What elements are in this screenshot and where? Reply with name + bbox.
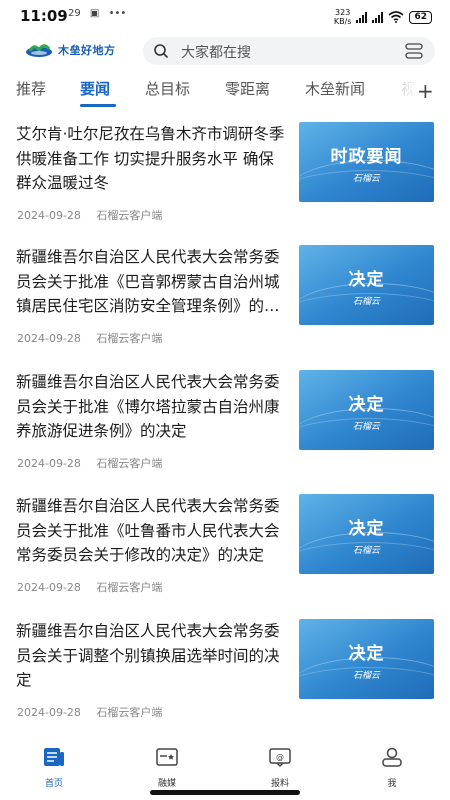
nav-report[interactable]: @ 报料 [250, 746, 310, 789]
active-tab-indicator [80, 104, 116, 107]
nav-profile[interactable]: 我 [362, 746, 422, 789]
nav-report-label: 报料 [270, 779, 289, 789]
news-source: 石榴云客户端 [96, 332, 163, 345]
news-thumbnail: 决定 石榴云 [299, 245, 434, 325]
tab-headlines[interactable]: 要闻 [80, 78, 110, 99]
news-title: 新疆维吾尔自治区人民代表大会常务委员会关于批准《巴音郭楞蒙古自治州城镇居民住宅区… [16, 248, 280, 315]
search-placeholder: 大家都在搜 [181, 45, 251, 61]
category-tabs: 推荐 要闻 总目标 零距离 木垒新闻 视 + [0, 72, 450, 108]
news-source: 石榴云客户端 [96, 706, 163, 719]
nav-home[interactable]: 首页 [24, 746, 84, 789]
signal-icon [356, 11, 368, 23]
news-date: 2024-09-28 [17, 209, 81, 222]
scan-icon[interactable] [405, 43, 423, 59]
battery-icon: 62 [409, 10, 432, 24]
news-source: 石榴云客户端 [96, 457, 163, 470]
news-meta: 2024-09-28 石榴云客户端 [17, 455, 162, 471]
status-bar: 11:09 29 ▣ ••• 323 KB/s 62 [0, 0, 450, 32]
nav-profile-label: 我 [387, 779, 397, 789]
home-icon [44, 748, 64, 766]
tab-zero-distance[interactable]: 零距离 [225, 78, 270, 99]
net-speed: 323 KB/s [333, 8, 352, 26]
news-item[interactable]: 新疆维吾尔自治区人民代表大会常务委员会关于批准《博尔塔拉蒙古自治州康养旅游促进条… [0, 370, 450, 495]
wifi-icon [388, 11, 404, 23]
thumbnail-logo: 石榴云 [352, 174, 380, 184]
thumbnail-caption: 时政要闻 [330, 147, 403, 167]
news-title: 新疆维吾尔自治区人民代表大会常务委员会关于批准《博尔塔拉蒙古自治州康养旅游促进条… [16, 373, 280, 440]
news-source: 石榴云客户端 [96, 581, 163, 594]
home-indicator[interactable] [150, 790, 300, 795]
news-date: 2024-09-28 [17, 332, 81, 345]
thumbnail-caption: 决定 [348, 270, 385, 290]
thumbnail-caption: 决定 [348, 644, 385, 664]
report-icon: @ [269, 748, 291, 768]
news-thumbnail: 决定 石榴云 [299, 494, 434, 574]
tab-mulei-news[interactable]: 木垒新闻 [305, 78, 365, 99]
thumbnail-caption: 决定 [348, 519, 385, 539]
news-meta: 2024-09-28 石榴云客户端 [17, 207, 162, 223]
tab-recommend[interactable]: 推荐 [16, 78, 46, 99]
calendar-notif-icon: 29 [68, 8, 81, 19]
status-time: 11:09 [20, 7, 68, 25]
news-thumbnail: 决定 石榴云 [299, 370, 434, 450]
nav-media-label: 融媒 [157, 779, 176, 789]
news-thumbnail: 时政要闻 石榴云 [299, 122, 434, 202]
tab-general-goal[interactable]: 总目标 [145, 78, 190, 99]
nav-media[interactable]: 融媒 [137, 746, 197, 789]
media-icon [156, 748, 178, 766]
search-icon [154, 44, 169, 59]
news-source: 石榴云客户端 [96, 209, 163, 222]
profile-icon [382, 747, 402, 767]
status-right: 323 KB/s 62 [334, 8, 432, 26]
news-item[interactable]: 新疆维吾尔自治区人民代表大会常务委员会关于调整个别镇换届选举时间的决定 2024… [0, 619, 450, 744]
news-date: 2024-09-28 [17, 581, 81, 594]
notification-icons: 29 ▣ ••• [68, 8, 132, 19]
news-meta: 2024-09-28 石榴云客户端 [17, 579, 162, 595]
news-title: 新疆维吾尔自治区人民代表大会常务委员会关于调整个别镇换届选举时间的决定 [16, 622, 280, 689]
news-thumbnail: 决定 石榴云 [299, 619, 434, 699]
more-notif-icon: ••• [108, 8, 127, 19]
news-title: 新疆维吾尔自治区人民代表大会常务委员会关于批准《吐鲁番市人民代表大会常务委员会关… [16, 497, 280, 564]
plus-icon[interactable]: + [417, 79, 434, 103]
logo-text: 木垒好地方 [58, 44, 116, 57]
app-notif-icon: ▣ [89, 8, 100, 19]
signal2-icon [372, 11, 384, 23]
news-date: 2024-09-28 [17, 706, 81, 719]
bottom-nav: 首页 融媒 @ 报料 我 [0, 740, 450, 790]
thumbnail-logo: 石榴云 [352, 671, 380, 681]
news-item[interactable]: 艾尔肯·吐尔尼孜在乌鲁木齐市调研冬季供暖准备工作 切实提升服务水平 确保群众温暖… [0, 122, 450, 247]
news-item[interactable]: 新疆维吾尔自治区人民代表大会常务委员会关于批准《吐鲁番市人民代表大会常务委员会关… [0, 494, 450, 619]
news-title: 艾尔肯·吐尔尼孜在乌鲁木齐市调研冬季供暖准备工作 切实提升服务水平 确保群众温暖… [16, 125, 285, 192]
svg-text:@: @ [276, 753, 284, 762]
thumbnail-caption: 决定 [348, 395, 385, 415]
thumbnail-logo: 石榴云 [352, 297, 380, 307]
news-item[interactable]: 新疆维吾尔自治区人民代表大会常务委员会关于批准《巴音郭楞蒙古自治州城镇居民住宅区… [0, 245, 450, 370]
news-date: 2024-09-28 [17, 457, 81, 470]
thumbnail-logo: 石榴云 [352, 546, 380, 556]
nav-home-label: 首页 [44, 779, 63, 789]
app-logo[interactable]: 木垒好地方 [24, 41, 116, 59]
logo-mark-icon [26, 44, 52, 57]
search-bar[interactable]: 大家都在搜 [143, 37, 435, 65]
thumbnail-logo: 石榴云 [352, 422, 380, 432]
app-header: 木垒好地方 大家都在搜 [0, 32, 450, 70]
news-meta: 2024-09-28 石榴云客户端 [17, 330, 162, 346]
news-meta: 2024-09-28 石榴云客户端 [17, 704, 162, 720]
